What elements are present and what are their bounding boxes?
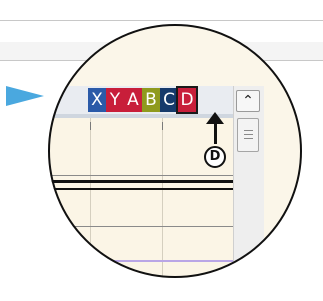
ruler-tick	[90, 122, 91, 130]
magnified-content: X Y A B C D ⌃ D	[48, 24, 302, 278]
badge-c[interactable]: C	[160, 88, 178, 112]
scrollbar-thumb[interactable]	[237, 118, 259, 152]
double-rule-line	[48, 180, 233, 183]
badge-y[interactable]: Y	[106, 88, 124, 112]
screenshot-stage: X Y A B C D ⌃ D	[0, 0, 323, 301]
vertical-scrollbar[interactable]	[233, 86, 264, 278]
grip-line	[244, 130, 253, 131]
ruler-tick	[162, 122, 163, 130]
text-line	[48, 260, 233, 262]
outer-divider-line	[0, 20, 323, 21]
blue-arrow-tip	[6, 86, 44, 106]
chevron-up-icon: ⌃	[242, 93, 254, 109]
badge-d[interactable]: D	[176, 86, 198, 114]
grid-line	[162, 118, 163, 278]
badge-x[interactable]: X	[88, 88, 106, 112]
text-line	[48, 226, 233, 227]
pointer-shaft	[214, 120, 217, 144]
callout-circle-d: D	[204, 146, 226, 168]
document-area	[48, 118, 233, 278]
scroll-up-button[interactable]: ⌃	[236, 90, 260, 112]
double-rule-line	[48, 188, 233, 190]
grip-line	[244, 134, 253, 135]
badge-b[interactable]: B	[142, 88, 160, 112]
magnifier-lens: X Y A B C D ⌃ D	[48, 24, 302, 278]
text-line	[48, 175, 233, 176]
badge-a[interactable]: A	[124, 88, 142, 112]
grip-line	[244, 138, 253, 139]
grid-line	[90, 118, 91, 278]
